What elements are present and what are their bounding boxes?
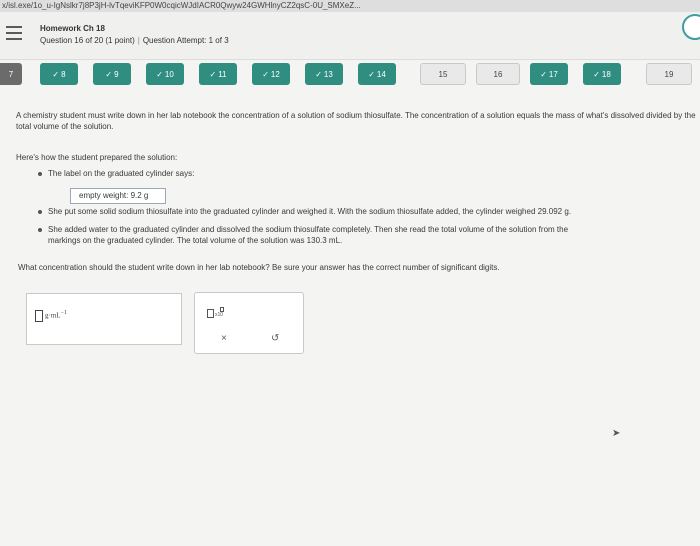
nav-label: 19 xyxy=(664,69,674,79)
nav-question-11[interactable]: ✓ 11 xyxy=(199,63,237,85)
answer-area: g·mL−1 xyxy=(26,293,182,345)
undo-button[interactable]: ↺ xyxy=(271,333,279,344)
assignment-header: Homework Ch 18 Question 16 of 20 (1 poin… xyxy=(0,12,700,60)
url-bar[interactable]: x/isl.exe/1o_u-IgNslkr7j8P3jH-lvTqeviKFP… xyxy=(0,0,700,12)
question-intro: A chemistry student must write down in h… xyxy=(16,111,696,131)
clear-button[interactable]: × xyxy=(221,333,227,344)
question-navigation: 7 ✓ 8 ✓ 9 ✓ 10 ✓ 11 ✓ 12 ✓ 13 ✓ 14 15 16 ✓ 17 ✓ 1… xyxy=(0,58,700,90)
nav-label: 14 xyxy=(376,69,386,79)
nav-question-9[interactable]: ✓ 9 xyxy=(93,63,131,85)
bullet-text-continued: markings on the graduated cylinder. The … xyxy=(48,236,343,245)
nav-label: 16 xyxy=(493,69,503,79)
cylinder-label-box: empty weight: 9.2 g xyxy=(70,188,166,204)
answer-input[interactable] xyxy=(35,310,43,322)
answer-unit: g·mL−1 xyxy=(45,310,67,319)
nav-question-16[interactable]: 16 xyxy=(476,63,520,85)
nav-question-15[interactable]: 15 xyxy=(420,63,466,85)
nav-label: 7 xyxy=(8,69,14,79)
mouse-cursor-icon: ➤ xyxy=(612,428,621,439)
question-ask: What concentration should the student wr… xyxy=(18,263,500,272)
question-prep: Here's how the student prepared the solu… xyxy=(16,153,178,162)
nav-label: 9 xyxy=(114,69,119,79)
bullet-icon xyxy=(38,209,42,214)
nav-label: 8 xyxy=(61,69,66,79)
nav-label: 15 xyxy=(438,69,448,79)
menu-icon[interactable] xyxy=(6,26,22,40)
check-icon: ✓ xyxy=(368,69,375,79)
homework-title: Homework Ch 18 xyxy=(40,24,105,33)
nav-label: 12 xyxy=(270,69,280,79)
bullet-label: The label on the graduated cylinder says… xyxy=(38,168,194,179)
bullet-weighed: She put some solid sodium thiosulfate in… xyxy=(38,206,698,217)
nav-label: 11 xyxy=(218,69,227,79)
check-icon: ✓ xyxy=(262,69,269,79)
nav-question-18[interactable]: ✓ 18 xyxy=(583,63,621,85)
bullet-icon xyxy=(38,227,42,232)
nav-question-12[interactable]: ✓ 12 xyxy=(252,63,290,85)
nav-question-19[interactable]: 19 xyxy=(646,63,692,85)
unit-text: g·mL xyxy=(45,311,61,320)
bullet-text: She added water to the graduated cylinde… xyxy=(48,225,569,234)
question-number: Question 16 of 20 (1 point) xyxy=(40,36,135,45)
bullet-text: She put some solid sodium thiosulfate in… xyxy=(48,207,571,216)
nav-question-14[interactable]: ✓ 14 xyxy=(358,63,396,85)
nav-label: 13 xyxy=(323,69,333,79)
bullet-text: The label on the graduated cylinder says… xyxy=(48,169,195,178)
nav-question-17[interactable]: ✓ 17 xyxy=(530,63,568,85)
attempt-count: Question Attempt: 1 of 3 xyxy=(142,36,229,45)
check-icon: ✓ xyxy=(52,69,60,79)
check-icon: ✓ xyxy=(209,69,217,79)
nav-question-10[interactable]: ✓ 10 xyxy=(146,63,184,85)
placeholder-box-icon xyxy=(207,309,214,318)
nav-question-7[interactable]: 7 xyxy=(0,63,22,85)
progress-circle-icon[interactable] xyxy=(682,14,700,40)
check-icon: ✓ xyxy=(540,69,547,79)
check-icon: ✓ xyxy=(315,69,322,79)
exponent-box-icon xyxy=(220,307,224,312)
nav-label: 18 xyxy=(601,69,611,79)
check-icon: ✓ xyxy=(156,69,163,79)
check-icon: ✓ xyxy=(105,69,113,79)
math-toolbar: x10 × ↺ xyxy=(194,292,304,354)
scientific-notation-icon[interactable]: x10 xyxy=(207,307,227,319)
bullet-volume: She added water to the graduated cylinde… xyxy=(38,224,686,246)
question-info: Question 16 of 20 (1 point) | Question Att… xyxy=(40,36,229,45)
nav-label: 17 xyxy=(548,69,558,79)
nav-question-13[interactable]: ✓ 13 xyxy=(305,63,343,85)
nav-label: 10 xyxy=(164,69,174,79)
check-icon: ✓ xyxy=(593,69,600,79)
bullet-icon xyxy=(38,171,42,176)
times-ten-icon: x10 xyxy=(215,312,224,318)
unit-exponent: −1 xyxy=(60,310,67,316)
divider: | xyxy=(137,36,140,45)
nav-question-8[interactable]: ✓ 8 xyxy=(40,63,78,85)
